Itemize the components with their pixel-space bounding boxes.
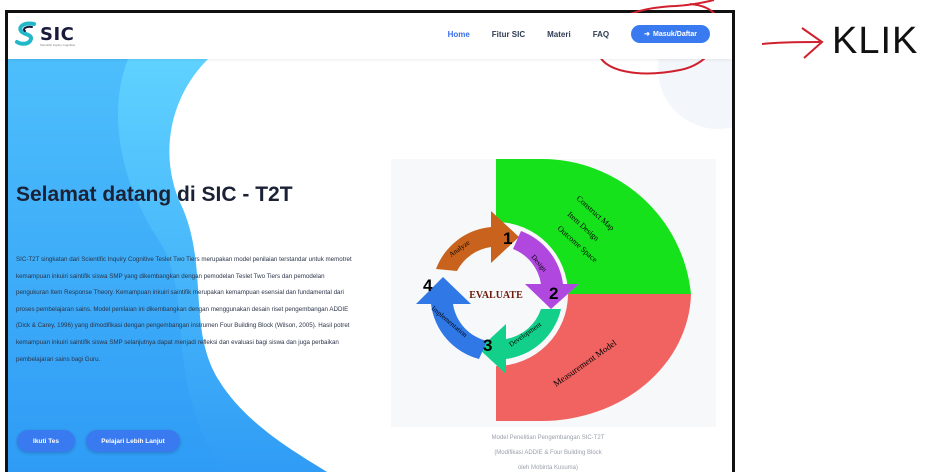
logo-text: SIC <box>40 23 75 45</box>
nav-materi[interactable]: Materi <box>547 30 571 39</box>
diagram-caption: Model Penelitian Pengembangan SIC-T2T (M… <box>448 431 648 472</box>
annotation-text: KLIK <box>832 20 919 62</box>
sign-in-icon: ➜ <box>644 31 651 38</box>
learn-more-button[interactable]: Pelajari Lebih Lanjut <box>86 430 180 452</box>
step-2-num: 2 <box>549 284 558 303</box>
logo[interactable]: SIC Scientific Inquiry Cognitive <box>14 21 76 47</box>
evaluate-label: EVALUATE <box>469 290 523 301</box>
navbar: SIC Scientific Inquiry Cognitive Home Fi… <box>8 13 732 59</box>
step-4-num: 4 <box>423 276 433 295</box>
nav-faq[interactable]: FAQ <box>593 30 609 39</box>
caption-line-3: oleh Mobinta Kusuma) <box>517 465 579 471</box>
nav-fitur-sic[interactable]: Fitur SIC <box>492 30 525 39</box>
step-3-num: 3 <box>483 336 492 355</box>
caption-line-2: (Modifikasi ADDIE & Four Building Block <box>494 450 602 456</box>
logo-icon <box>15 21 36 46</box>
nav-home[interactable]: Home <box>448 30 470 39</box>
annotation-arrow-icon <box>761 27 824 59</box>
hero-description: SIC-T2T singkatan dari Scientific Inquir… <box>16 256 352 363</box>
step-1-num: 1 <box>503 229 512 248</box>
logo-tagline: Scientific Inquiry Cognitive <box>40 43 76 47</box>
take-test-button[interactable]: Ikuti Tes <box>17 430 75 452</box>
login-label: Masuk/Daftar <box>653 30 697 38</box>
nav-links: Home Fitur SIC Materi FAQ ➜ Masuk/Daftar <box>426 25 710 43</box>
caption-line-1: Model Penelitian Pengembangan SIC-T2T <box>491 435 605 441</box>
addie-diagram: EVALUATE 1 2 3 4 Analyze Design Developm… <box>391 159 716 427</box>
browser-frame: SIC Scientific Inquiry Cognitive Home Fi… <box>5 10 735 472</box>
login-register-button[interactable]: ➜ Masuk/Daftar <box>631 25 710 43</box>
hero-title: Selamat datang di SIC - T2T <box>16 183 293 206</box>
